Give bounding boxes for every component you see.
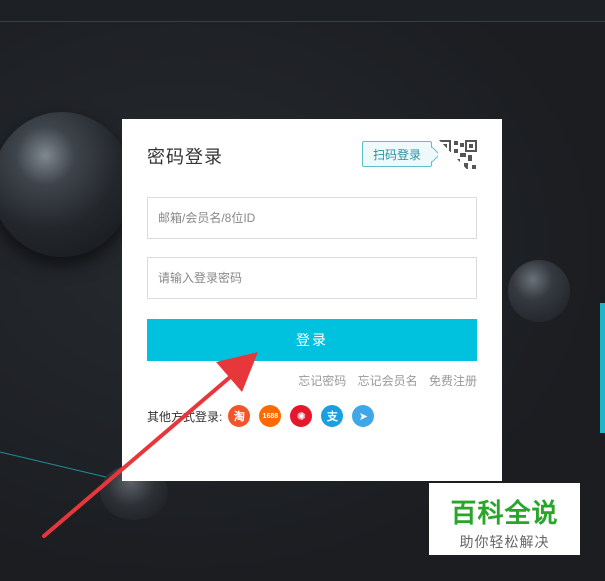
account-input[interactable] [147,197,477,239]
weibo-icon[interactable]: ✺ [290,405,313,427]
forgot-password-link[interactable]: 忘记密码 [298,374,346,388]
login-button[interactable]: 登录 [147,319,477,361]
watermark: 百科全说 助你轻松解决 [429,483,580,555]
aliwangwang-icon[interactable]: ➤ [352,405,375,427]
qr-code-icon[interactable] [438,139,478,181]
register-link[interactable]: 免费注册 [429,374,477,388]
forgot-username-link[interactable]: 忘记会员名 [358,374,418,388]
password-input[interactable] [147,257,477,299]
login-card: 密码登录 扫码登录 登录 忘记密码 忘记会员名 免费注册 其他方式登录: 淘 1… [122,119,502,481]
decorative-sphere [508,260,570,322]
other-login-methods: 其他方式登录: 淘 1688 ✺ 支 ➤ [147,405,383,427]
watermark-subtitle: 助你轻松解决 [459,534,550,550]
decorative-strip [600,303,605,433]
1688-icon[interactable]: 1688 [259,405,282,427]
taobao-icon[interactable]: 淘 [228,405,251,427]
alipay-icon[interactable]: 支 [321,405,344,427]
qr-login-tip[interactable]: 扫码登录 [362,141,433,167]
other-login-label: 其他方式登录: [147,409,223,424]
account-links: 忘记密码 忘记会员名 免费注册 [290,372,477,389]
page-title: 密码登录 [147,147,223,167]
watermark-title: 百科全说 [450,498,559,528]
